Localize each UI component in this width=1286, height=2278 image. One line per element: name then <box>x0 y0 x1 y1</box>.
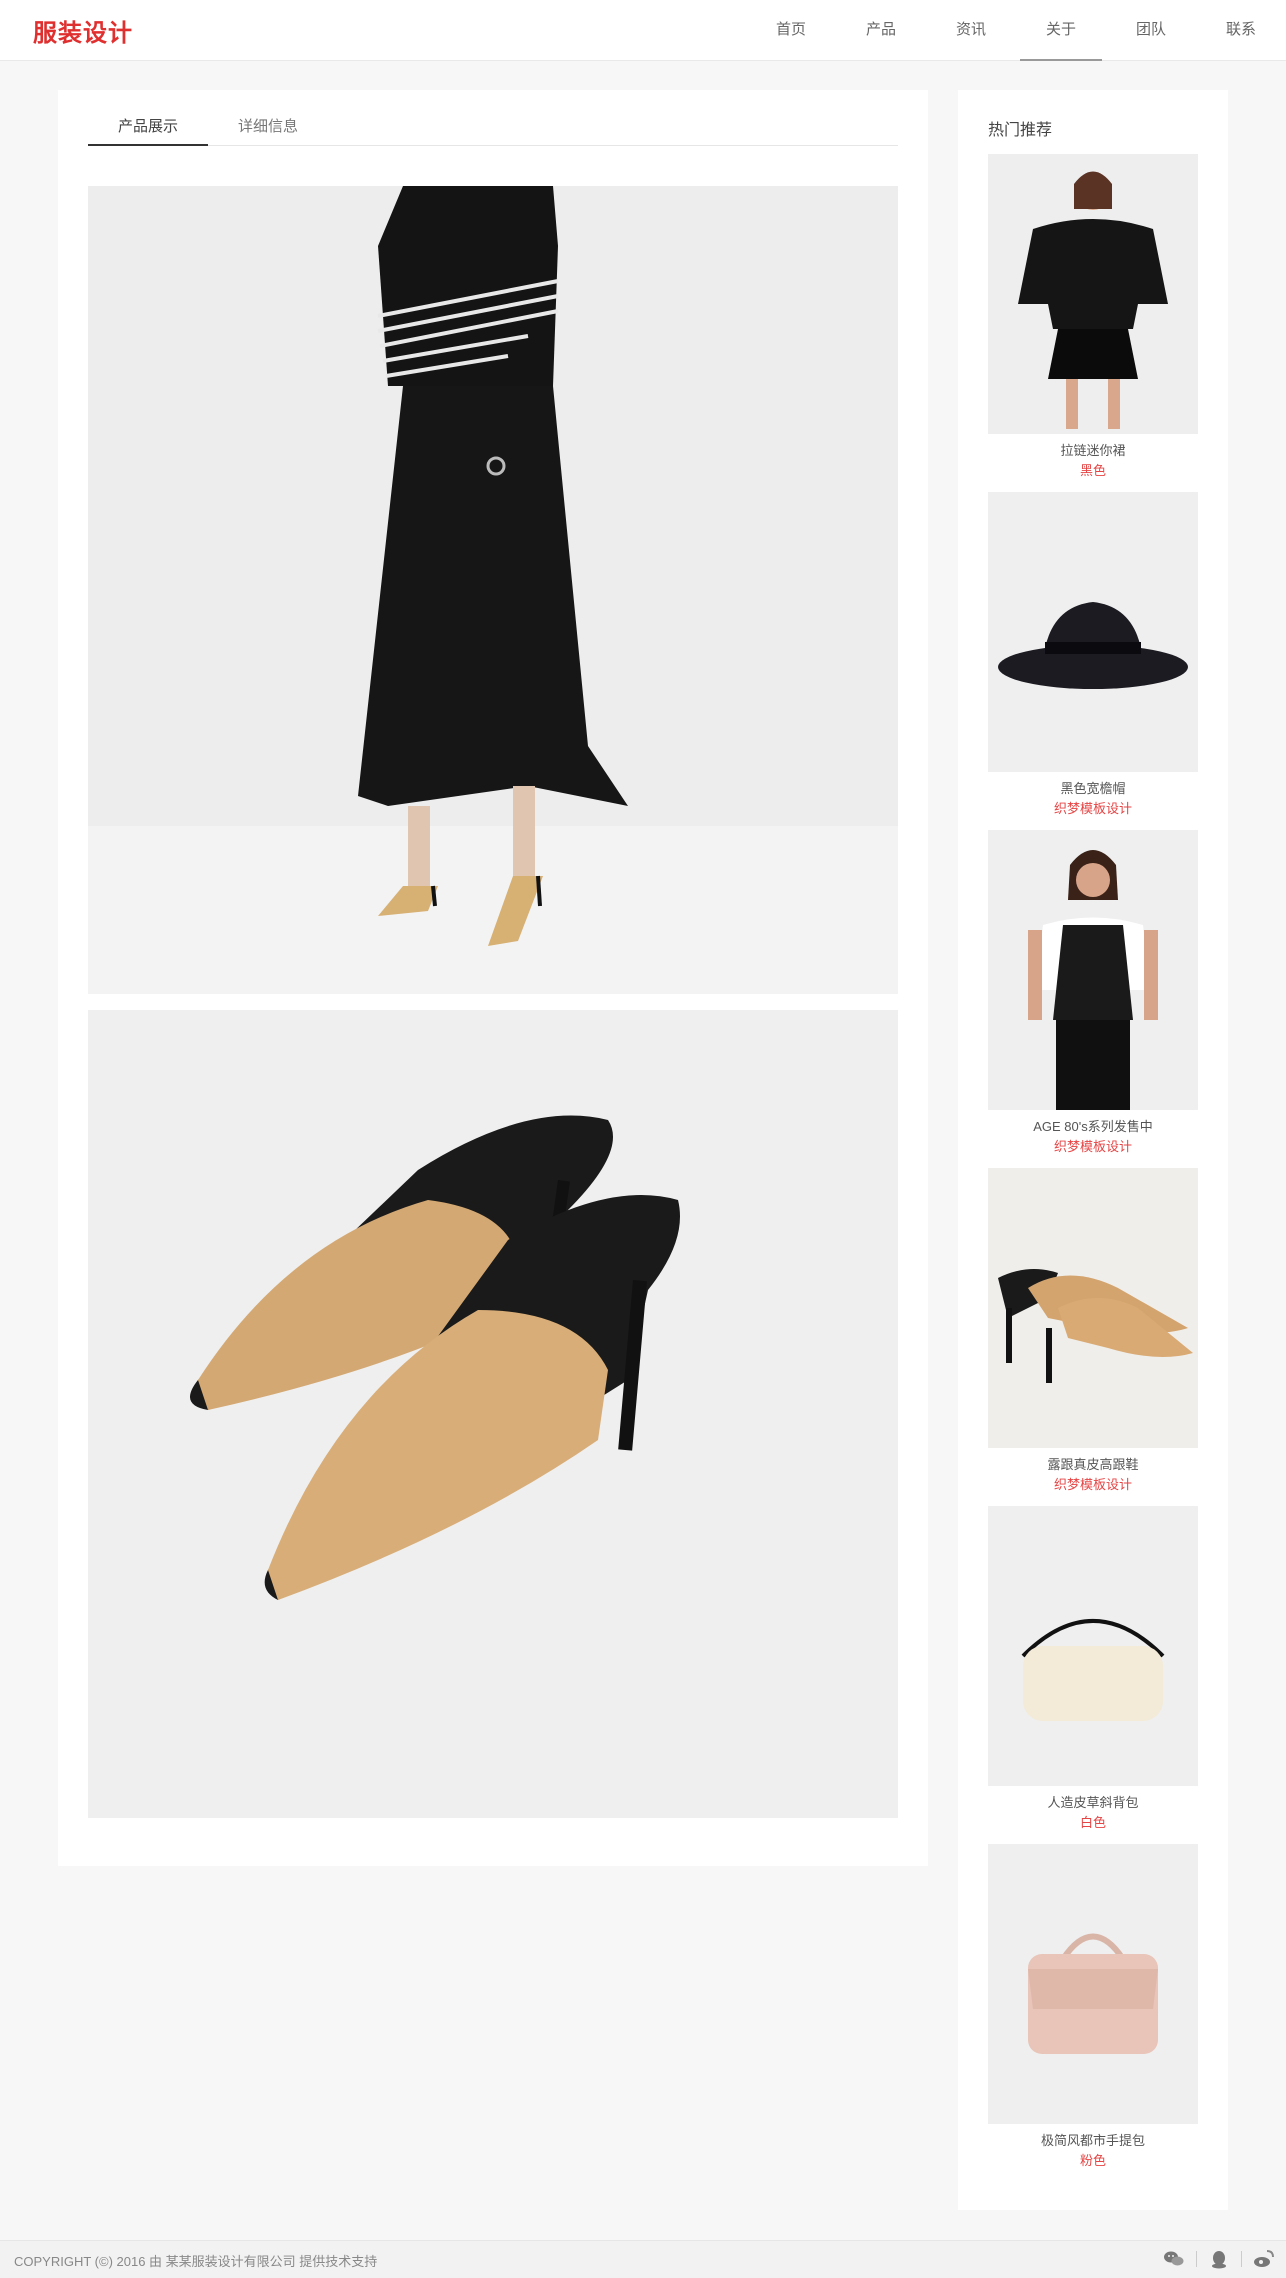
rec-name[interactable]: AGE 80's系列发售中 <box>988 1117 1198 1137</box>
rec-subtitle: 黑色 <box>1079 463 1106 478</box>
product-tabs: 产品展示 详细信息 <box>88 108 898 146</box>
rec-name[interactable]: 人造皮草斜背包 <box>988 1793 1198 1813</box>
rec-subtitle: 白色 <box>1079 1815 1106 1830</box>
rec-subtitle: 织梦模板设计 <box>1053 1139 1132 1154</box>
tab-detail-info[interactable]: 详细信息 <box>208 108 328 145</box>
rec-subtitle: 织梦模板设计 <box>1053 801 1132 816</box>
qq-icon[interactable] <box>1207 2247 1231 2271</box>
hot-recommendations: 热门推荐 拉链迷你裙 黑色 黑色宽檐帽 织梦模板设计 AGE 80's系列发售中… <box>958 90 1228 2210</box>
site-logo[interactable]: 服装设计 <box>33 13 133 48</box>
rec-item-mini-skirt[interactable]: 拉链迷你裙 黑色 <box>988 154 1198 492</box>
site-header: 服装设计 首页 产品 资讯 关于 团队 联系 <box>0 0 1286 61</box>
nav-item-team[interactable]: 团队 <box>1106 0 1196 60</box>
site-footer: COPYRIGHT (©) 2016 由 某某服装设计有限公司 提供技术支持 <box>0 2240 1286 2278</box>
nav-item-products[interactable]: 产品 <box>836 0 926 60</box>
footer-divider <box>1241 2251 1242 2267</box>
rec-subtitle: 织梦模板设计 <box>1053 1477 1132 1492</box>
product-detail-panel: 产品展示 详细信息 <box>58 90 928 1866</box>
copyright-text: COPYRIGHT (©) 2016 由 某某服装设计有限公司 提供技术支持 <box>14 2254 378 2269</box>
rec-image-fur-bag[interactable] <box>988 1506 1198 1786</box>
rec-name[interactable]: 极简风都市手提包 <box>988 2131 1198 2151</box>
rec-item-mule-heels[interactable]: 露跟真皮高跟鞋 织梦模板设计 <box>988 1168 1198 1506</box>
rec-name[interactable]: 拉链迷你裙 <box>988 441 1198 461</box>
tab-product-display[interactable]: 产品展示 <box>88 108 209 146</box>
recommendation-list: 拉链迷你裙 黑色 黑色宽檐帽 织梦模板设计 AGE 80's系列发售中 织梦模板… <box>988 154 1198 2182</box>
rec-subtitle: 粉色 <box>1079 2153 1106 2168</box>
nav-item-home[interactable]: 首页 <box>746 0 836 60</box>
rec-image-leather-top[interactable] <box>988 830 1198 1110</box>
main-nav: 首页 产品 资讯 关于 团队 联系 <box>746 0 1286 61</box>
rec-image-hat[interactable] <box>988 492 1198 772</box>
rec-item-fur-bag[interactable]: 人造皮草斜背包 白色 <box>988 1506 1198 1844</box>
rec-name[interactable]: 露跟真皮高跟鞋 <box>988 1455 1198 1475</box>
sidebar-title: 热门推荐 <box>988 122 1053 139</box>
product-photo-model <box>88 186 898 994</box>
social-links <box>1152 2247 1276 2271</box>
weibo-icon[interactable] <box>1252 2247 1276 2271</box>
rec-item-age80s[interactable]: AGE 80's系列发售中 织梦模板设计 <box>988 830 1198 1168</box>
nav-item-news[interactable]: 资讯 <box>926 0 1016 60</box>
rec-item-handbag[interactable]: 极简风都市手提包 粉色 <box>988 1844 1198 2182</box>
wechat-icon[interactable] <box>1162 2247 1186 2271</box>
nav-item-about[interactable]: 关于 <box>1016 0 1106 61</box>
footer-divider <box>1196 2251 1197 2267</box>
rec-item-wide-brim-hat[interactable]: 黑色宽檐帽 织梦模板设计 <box>988 492 1198 830</box>
rec-name[interactable]: 黑色宽檐帽 <box>988 779 1198 799</box>
nav-item-contact[interactable]: 联系 <box>1196 0 1286 60</box>
rec-image-heels[interactable] <box>988 1168 1198 1448</box>
product-photo-shoes <box>88 1010 898 1818</box>
rec-image-handbag[interactable] <box>988 1844 1198 2124</box>
rec-image-mini-skirt[interactable] <box>988 154 1198 434</box>
